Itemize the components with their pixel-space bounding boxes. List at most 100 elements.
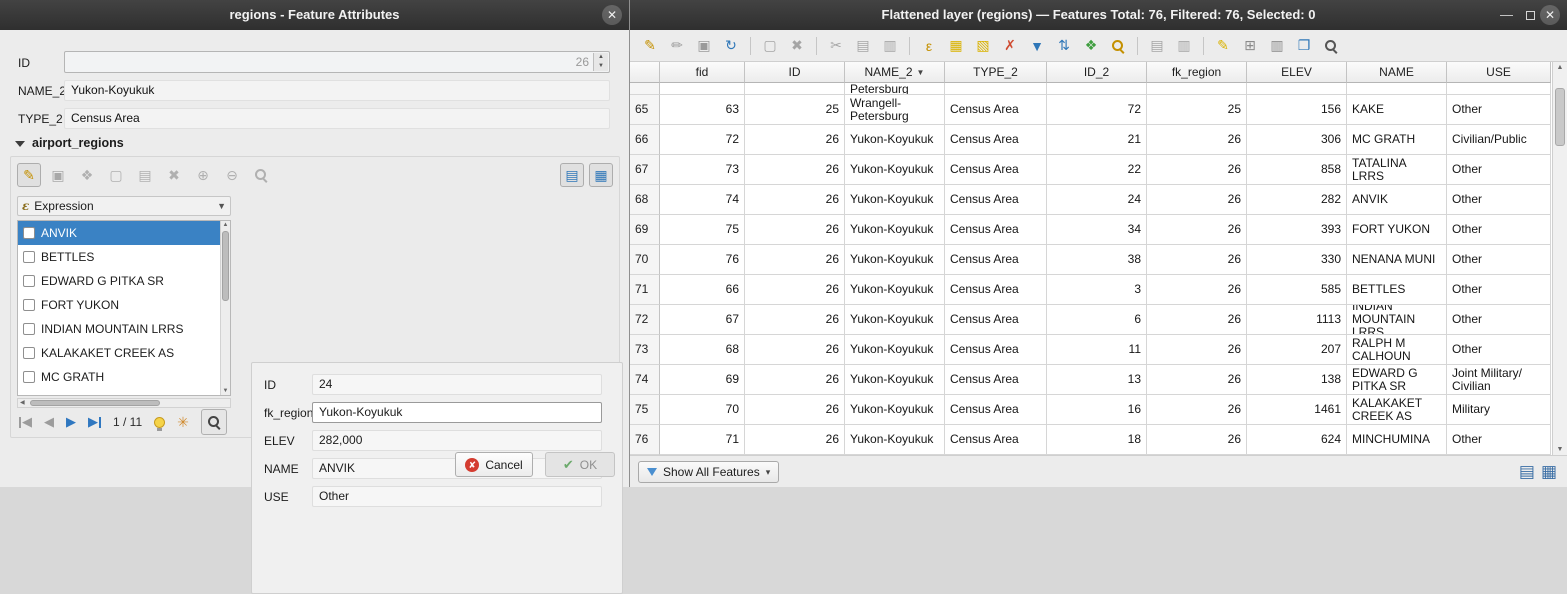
copy-feature-icon[interactable]: ▤ bbox=[133, 163, 157, 187]
attribute-table-titlebar[interactable]: Flattened layer (regions) — Features Tot… bbox=[630, 0, 1567, 30]
cell-fk_region[interactable]: 26 bbox=[1147, 215, 1247, 245]
checkbox[interactable] bbox=[23, 275, 35, 287]
cell-type2[interactable]: Census Area bbox=[945, 155, 1047, 185]
show-all-features-button[interactable]: Show All Features ▾ bbox=[638, 461, 779, 483]
list-item[interactable]: INDIAN MOUNTAIN LRRS bbox=[18, 317, 222, 341]
cell-name2[interactable]: Yukon-Koyukuk bbox=[845, 155, 945, 185]
cell-type2[interactable]: Census Area bbox=[945, 275, 1047, 305]
close-icon[interactable]: ✕ bbox=[602, 5, 622, 25]
search-feature-button[interactable] bbox=[201, 409, 227, 435]
close-icon[interactable]: ✕ bbox=[1540, 5, 1560, 25]
column-header-ID[interactable]: ID bbox=[745, 62, 845, 83]
row-number[interactable]: 65 bbox=[630, 95, 660, 125]
field-calculator-icon[interactable]: ⊞ bbox=[1238, 34, 1262, 58]
duplicate-child-feature-icon[interactable]: ▢ bbox=[104, 163, 128, 187]
select-by-expression-icon[interactable]: ε bbox=[917, 34, 941, 58]
cell-elev[interactable]: 138 bbox=[1247, 365, 1347, 395]
cell-type2[interactable]: Census Area bbox=[945, 185, 1047, 215]
conditional-formatting-icon[interactable]: ✎ bbox=[1211, 34, 1235, 58]
scrollbar-thumb[interactable] bbox=[222, 231, 229, 301]
cell-name[interactable]: TATALINA LRRS bbox=[1347, 155, 1447, 185]
cell-fk_region[interactable]: 26 bbox=[1147, 425, 1247, 455]
cell-id[interactable]: 26 bbox=[745, 215, 845, 245]
scroll-down-icon[interactable]: ▼ bbox=[221, 388, 230, 394]
table-view-toggle-icon[interactable]: ▦ bbox=[1541, 462, 1557, 482]
checkbox[interactable] bbox=[23, 227, 35, 239]
paste-cells-icon[interactable]: ▥ bbox=[1172, 34, 1196, 58]
checkbox[interactable] bbox=[23, 299, 35, 311]
elev-input[interactable]: 282,000 bbox=[312, 430, 602, 451]
cell-fid[interactable]: 72 bbox=[660, 125, 745, 155]
cell-id2[interactable]: 18 bbox=[1047, 425, 1147, 455]
list-vertical-scrollbar[interactable]: ▲ ▼ bbox=[220, 221, 230, 395]
copy-icon[interactable]: ▤ bbox=[851, 34, 875, 58]
column-header-USE[interactable]: USE bbox=[1447, 62, 1551, 83]
cell-fid[interactable]: 66 bbox=[660, 275, 745, 305]
cell-type2[interactable]: Census Area bbox=[945, 395, 1047, 425]
cell-fk_region[interactable]: 26 bbox=[1147, 125, 1247, 155]
cell-name2[interactable]: Yukon-Koyukuk bbox=[845, 185, 945, 215]
id-spinner[interactable]: 26 ▲▼ bbox=[64, 51, 610, 73]
cell-id[interactable]: 26 bbox=[745, 245, 845, 275]
cell-name2[interactable]: Yukon-Koyukuk bbox=[845, 395, 945, 425]
dock-table-icon[interactable]: ❐ bbox=[1292, 34, 1316, 58]
cell-elev[interactable]: 306 bbox=[1247, 125, 1347, 155]
row-number[interactable]: 73 bbox=[630, 335, 660, 365]
checkbox[interactable] bbox=[23, 371, 35, 383]
cell-name[interactable]: MC GRATH bbox=[1347, 125, 1447, 155]
row-number[interactable]: 75 bbox=[630, 395, 660, 425]
cell-fid[interactable]: 67 bbox=[660, 305, 745, 335]
column-header-ID_2[interactable]: ID_2 bbox=[1047, 62, 1147, 83]
column-header-NAME[interactable]: NAME bbox=[1347, 62, 1447, 83]
cell-use[interactable]: Joint Military/ Civilian bbox=[1447, 365, 1551, 395]
scrollbar-thumb[interactable] bbox=[1555, 88, 1565, 146]
delete-selected-icon[interactable]: ✖ bbox=[785, 34, 809, 58]
row-number[interactable]: 74 bbox=[630, 365, 660, 395]
cell-name[interactable]: KAKE bbox=[1347, 95, 1447, 125]
cell-name2[interactable]: Yukon-Koyukuk bbox=[845, 335, 945, 365]
row-number[interactable]: 68 bbox=[630, 185, 660, 215]
table-view-toggle-icon[interactable]: ▦ bbox=[589, 163, 613, 187]
cell-id[interactable]: 26 bbox=[745, 155, 845, 185]
collapse-arrow-icon[interactable] bbox=[15, 141, 25, 147]
form-view-toggle-icon[interactable]: ▤ bbox=[1519, 462, 1535, 482]
cell-fk_region[interactable]: 26 bbox=[1147, 395, 1247, 425]
cell-use[interactable]: Civilian/Public bbox=[1447, 125, 1551, 155]
cell-elev[interactable]: 1461 bbox=[1247, 395, 1347, 425]
row-number[interactable]: 66 bbox=[630, 125, 660, 155]
column-header-fid[interactable]: fid bbox=[660, 62, 745, 83]
cell-id2[interactable]: 3 bbox=[1047, 275, 1147, 305]
first-record-button[interactable]: ◀ bbox=[19, 414, 32, 430]
move-selection-top-icon[interactable]: ⇅ bbox=[1052, 34, 1076, 58]
cell-id[interactable]: 26 bbox=[745, 365, 845, 395]
cell-name2[interactable]: Yukon-Koyukuk bbox=[845, 245, 945, 275]
cell-id[interactable]: 26 bbox=[745, 125, 845, 155]
cell-type2[interactable]: Census Area bbox=[945, 425, 1047, 455]
previous-record-button[interactable]: ◀ bbox=[44, 414, 54, 430]
list-item[interactable]: EDWARD G PITKA SR bbox=[18, 269, 222, 293]
maximize-icon[interactable] bbox=[1526, 0, 1535, 30]
scroll-up-icon[interactable]: ▲ bbox=[221, 222, 230, 228]
cell-elev[interactable]: 585 bbox=[1247, 275, 1347, 305]
cell-type2[interactable]: Census Area bbox=[945, 125, 1047, 155]
scroll-down-icon[interactable]: ▼ bbox=[1553, 446, 1567, 453]
deselect-all-icon[interactable]: ✗ bbox=[998, 34, 1022, 58]
cell-fk_region[interactable]: 25 bbox=[1147, 95, 1247, 125]
cell-id2[interactable]: 6 bbox=[1047, 305, 1147, 335]
cell-id[interactable]: 25 bbox=[745, 95, 845, 125]
cell-type2[interactable]: Census Area bbox=[945, 365, 1047, 395]
cell-id2[interactable]: 13 bbox=[1047, 365, 1147, 395]
form-view-toggle-icon[interactable]: ▤ bbox=[560, 163, 584, 187]
cell-id[interactable]: 26 bbox=[745, 305, 845, 335]
column-header-fk_region[interactable]: fk_region bbox=[1147, 62, 1247, 83]
list-item[interactable]: KALAKAKET CREEK AS bbox=[18, 341, 222, 365]
cell-fid[interactable] bbox=[660, 83, 745, 95]
add-child-feature-icon[interactable]: ❖ bbox=[75, 163, 99, 187]
cell-id[interactable]: 26 bbox=[745, 335, 845, 365]
pan-to-selection-icon[interactable]: ❖ bbox=[1079, 34, 1103, 58]
cell-elev[interactable] bbox=[1247, 83, 1347, 95]
cell-name[interactable] bbox=[1347, 83, 1447, 95]
zoom-to-feature-icon[interactable]: ✳ bbox=[177, 414, 189, 431]
row-number[interactable] bbox=[630, 83, 660, 95]
cell-use[interactable]: Other bbox=[1447, 245, 1551, 275]
